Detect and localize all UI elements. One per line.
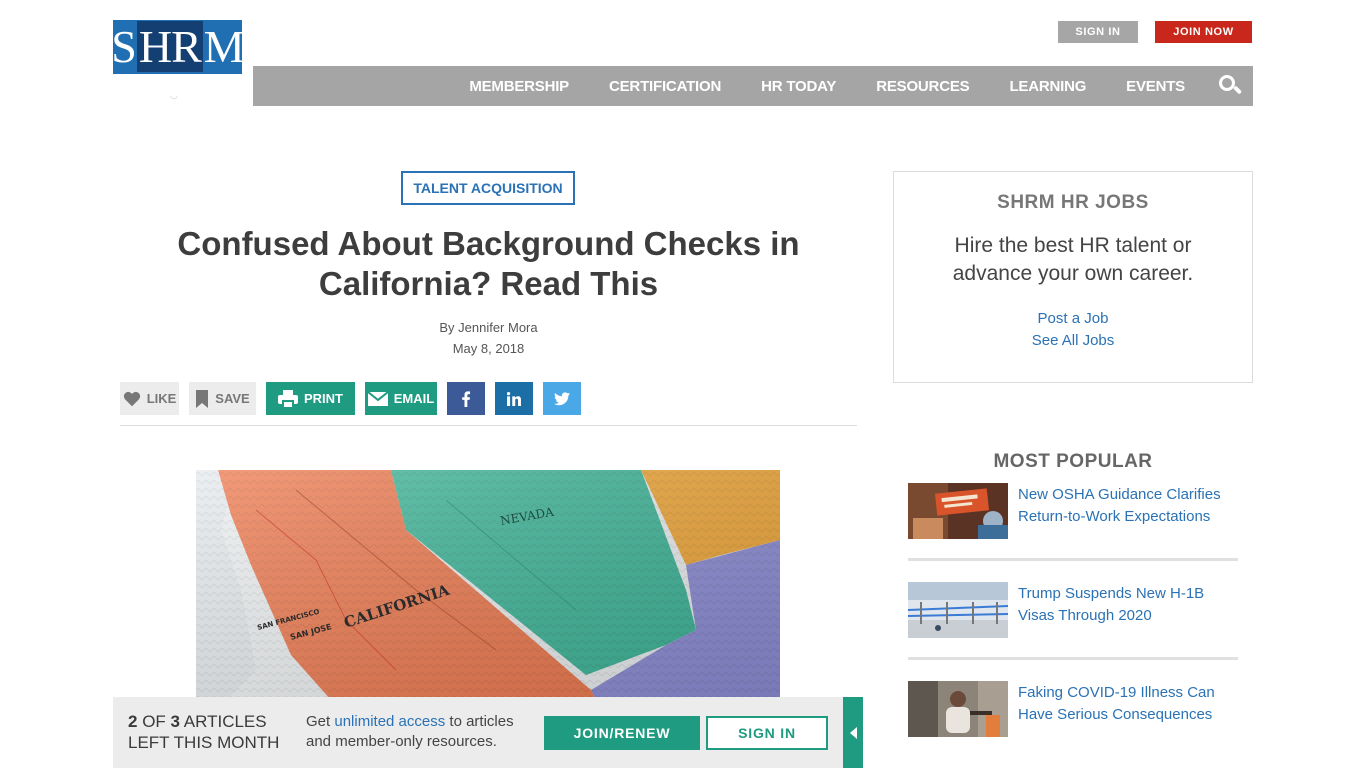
print-button[interactable]: PRINT — [266, 382, 355, 415]
logo-decoration-icon: ◡ — [170, 90, 178, 100]
popular-article-thumbnail — [908, 582, 1008, 638]
print-label: PRINT — [304, 391, 343, 406]
most-popular-heading: MOST POPULAR — [993, 451, 1153, 472]
email-button[interactable]: EMAIL — [365, 382, 437, 415]
linkedin-share-button[interactable] — [495, 382, 533, 415]
envelope-icon — [367, 391, 388, 406]
printer-icon — [278, 389, 298, 408]
save-button[interactable]: SAVE — [189, 382, 256, 415]
save-label: SAVE — [215, 391, 250, 406]
search-icon[interactable] — [1219, 75, 1243, 97]
hr-jobs-title: SHRM HR JOBS — [997, 192, 1149, 213]
popular-article-title: Trump Suspends New H-1B Visas Through 20… — [1018, 585, 1205, 624]
article-byline: By Jennifer Mora — [439, 320, 538, 335]
nav-learning[interactable]: LEARNING — [1009, 78, 1086, 95]
post-a-job-link[interactable]: Post a Job — [894, 310, 1252, 327]
sign-in-button[interactable]: SIGN IN — [1058, 21, 1138, 43]
nav-resources[interactable]: RESOURCES — [876, 78, 969, 95]
shrm-logo[interactable]: SHRM — [111, 20, 245, 74]
unlimited-access-link[interactable]: unlimited access — [334, 713, 445, 730]
california-map-illustration: CALIFORNIA NEVADA SAN FRANCISCO SAN JOSE — [196, 470, 780, 700]
nav-hr-today[interactable]: HR TODAY — [761, 78, 836, 95]
see-all-jobs-link[interactable]: See All Jobs — [894, 332, 1252, 349]
article-hero-image: CALIFORNIA NEVADA SAN FRANCISCO SAN JOSE — [196, 470, 780, 700]
popular-article-1[interactable]: New OSHA Guidance Clarifies Return-to-Wo… — [908, 483, 1238, 539]
heart-icon — [123, 391, 140, 406]
nav-membership[interactable]: MEMBERSHIP — [469, 78, 569, 95]
logo-wordmark: SHRM — [111, 21, 245, 72]
article-title: Confused About Background Checks in Cali… — [177, 225, 800, 302]
like-label: LIKE — [146, 391, 177, 406]
collapse-toggle[interactable] — [843, 697, 863, 768]
category-tag[interactable]: TALENT ACQUISITION — [401, 171, 575, 205]
chevron-left-icon — [849, 726, 857, 739]
popular-divider — [908, 657, 1238, 660]
linkedin-icon — [507, 391, 521, 406]
nav-events[interactable]: EVENTS — [1126, 78, 1185, 95]
article-meter-bar: 2 OF 3 ARTICLES LEFT THIS MONTH Get unli… — [113, 697, 843, 768]
popular-article-3[interactable]: Faking COVID-19 Illness Can Have Serious… — [908, 681, 1238, 737]
paywall-message: Get unlimited access to articles and mem… — [306, 713, 514, 750]
popular-divider — [908, 558, 1238, 561]
nav-certification[interactable]: CERTIFICATION — [609, 78, 721, 95]
popular-article-2[interactable]: Trump Suspends New H-1B Visas Through 20… — [908, 582, 1238, 638]
articles-remaining-count: 2 OF 3 ARTICLES LEFT THIS MONTH — [128, 712, 280, 752]
popular-article-title: New OSHA Guidance Clarifies Return-to-Wo… — [1018, 486, 1221, 525]
facebook-share-button[interactable] — [447, 382, 485, 415]
email-label: EMAIL — [393, 391, 435, 406]
article-date: May 8, 2018 — [452, 341, 525, 356]
bookmark-icon — [196, 389, 209, 408]
popular-article-thumbnail — [908, 483, 1008, 539]
twitter-share-button[interactable] — [543, 382, 581, 415]
hr-jobs-widget: SHRM HR JOBS Hire the best HR talent or … — [893, 171, 1253, 383]
popular-article-title: Faking COVID-19 Illness Can Have Serious… — [1018, 684, 1215, 723]
join-now-button[interactable]: JOIN NOW — [1155, 21, 1252, 43]
popular-article-thumbnail — [908, 681, 1008, 737]
join-renew-button[interactable]: JOIN/RENEW — [544, 716, 700, 750]
like-button[interactable]: LIKE — [120, 382, 179, 415]
main-navigation: MEMBERSHIP CERTIFICATION HR TODAY RESOUR… — [253, 66, 1253, 106]
paywall-sign-in-button[interactable]: SIGN IN — [706, 716, 828, 750]
hr-jobs-description: Hire the best HR talent or advance your … — [952, 234, 1194, 285]
facebook-icon — [462, 390, 471, 407]
twitter-icon — [554, 391, 570, 405]
share-divider — [120, 425, 857, 426]
